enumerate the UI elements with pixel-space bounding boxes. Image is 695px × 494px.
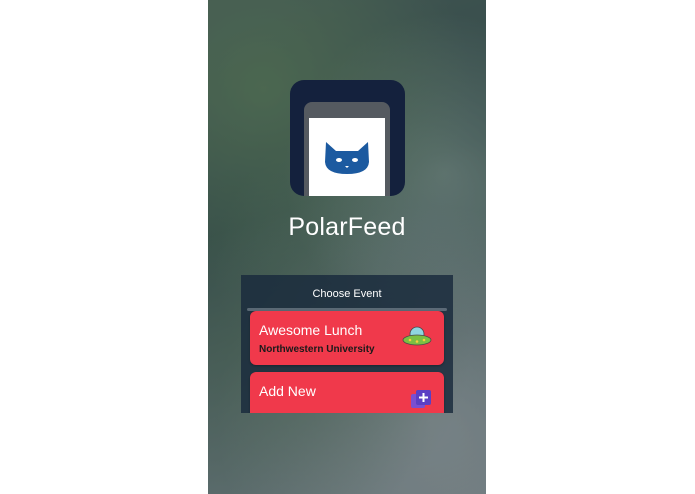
add-new-event-card[interactable]: Add New [250,372,444,413]
background-overlay [208,0,486,494]
event-place: Northwestern University [259,344,375,355]
event-card-awesome-lunch[interactable]: Awesome Lunch Northwestern University [250,311,444,365]
logo-phone-screen [309,118,385,196]
add-icon [411,390,431,408]
choose-event-panel: Choose Event Awesome Lunch Northwestern … [241,275,453,413]
cat-icon [325,142,369,174]
panel-title: Choose Event [312,288,382,300]
add-new-label: Add New [259,383,316,399]
logo-phone-shape [304,102,390,196]
event-name: Awesome Lunch [259,322,363,338]
app-title: PolarFeed [288,213,406,241]
app-logo [290,80,405,196]
ufo-icon [402,326,432,346]
phone-screen: PolarFeed Choose Event Awesome Lunch Nor… [208,0,486,494]
